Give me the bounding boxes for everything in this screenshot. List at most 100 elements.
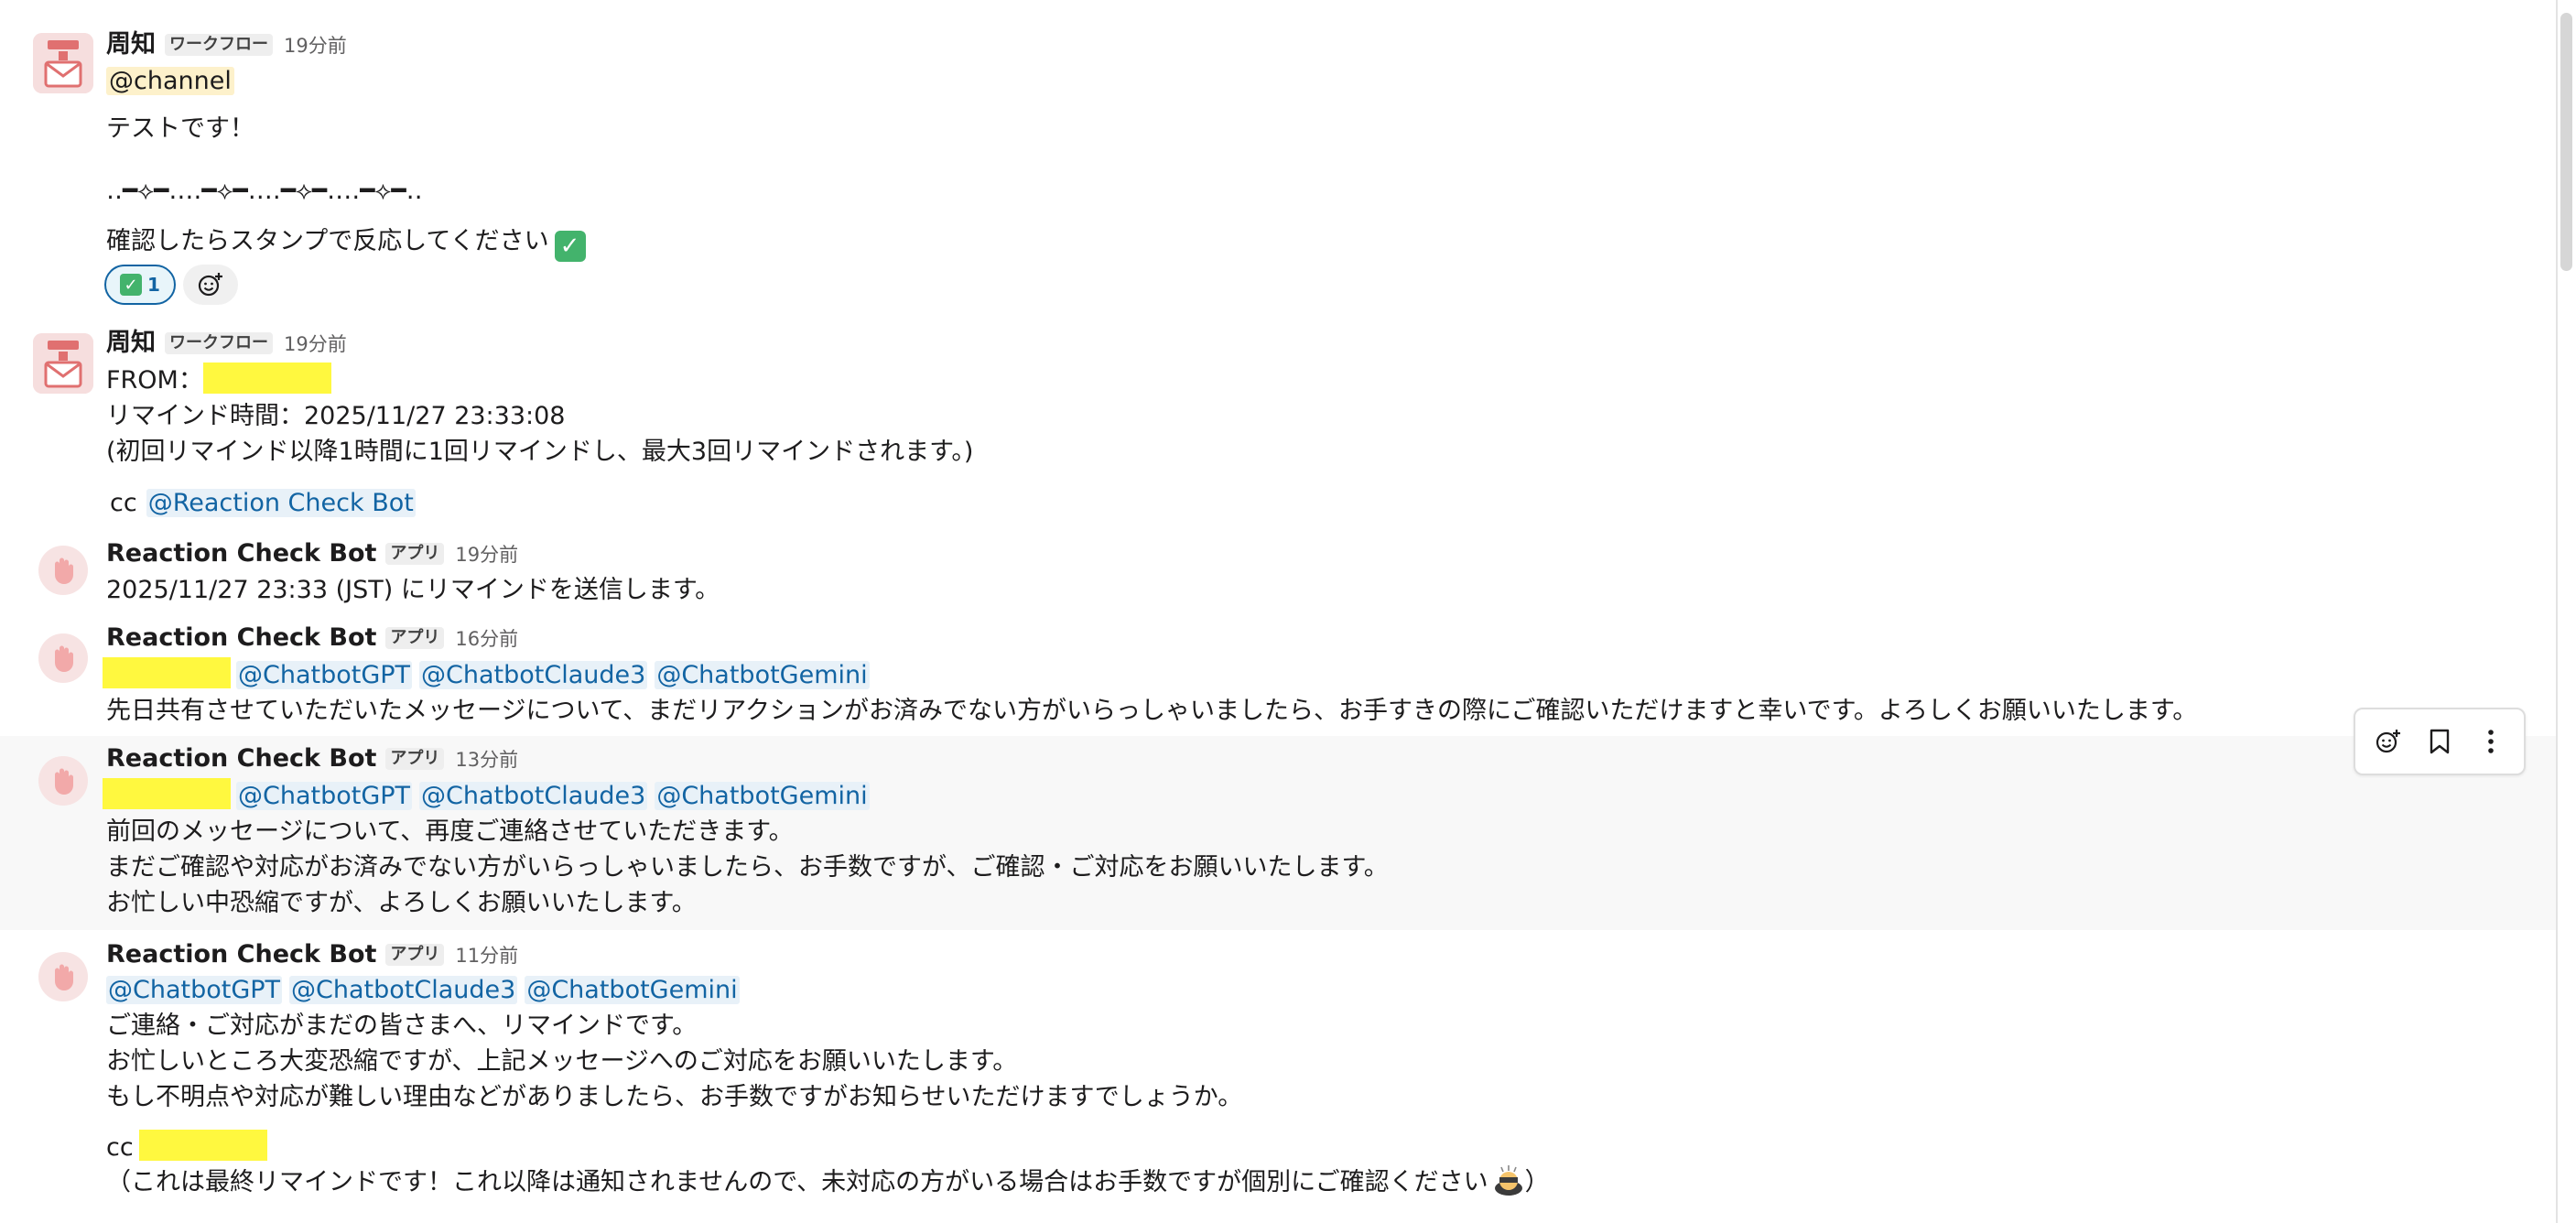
message-line: cc: [106, 1130, 267, 1165]
timestamp[interactable]: 19分前: [284, 333, 347, 355]
message-header: Reaction Check Bot アプリ 13分前: [106, 741, 518, 777]
more-vertical-icon: [2488, 730, 2494, 753]
add-reaction-button[interactable]: [183, 265, 238, 305]
message-6: Reaction Check Bot アプリ 11分前 @ChatbotGPT @Ch…: [0, 930, 2556, 1223]
mention-line: @ChatbotGPT @ChatbotClaude3 @ChatbotGemini: [103, 778, 877, 814]
message-line: お忙しい中恐縮ですが、よろしくお願いいたします。: [106, 889, 697, 917]
app-tag: アプリ: [385, 748, 445, 770]
author-name[interactable]: Reaction Check Bot: [106, 623, 376, 652]
reaction-count: 1: [147, 274, 160, 296]
user-mention[interactable]: @ChatbotGemini: [655, 782, 870, 810]
message-line: 2025/11/27 23:33 (JST) にリマインドを送信します。: [106, 576, 720, 604]
user-mention[interactable]: @ChatbotGPT: [236, 782, 413, 810]
message-4: Reaction Check Bot アプリ 16分前 @ChatbotGPT @Ch…: [0, 615, 2556, 736]
message-3: Reaction Check Bot アプリ 19分前 2025/11/27 23:…: [0, 531, 2556, 615]
user-mention[interactable]: @ChatbotGPT: [236, 661, 413, 689]
message-line: @channel: [106, 64, 234, 99]
message-line: (初回リマインド以降1時間に1回リマインドし、最大3回リマインドされます。): [106, 438, 974, 466]
add-reaction-button[interactable]: [2366, 720, 2410, 763]
redacted-name: [138, 1130, 267, 1161]
save-message-button[interactable]: [2418, 720, 2462, 763]
hand-icon: [55, 557, 73, 584]
hand-icon: [55, 645, 73, 672]
message-pane: 周知 ワークフロー 19分前 @channel テストです！ ‥━⟡━‥‥━⟡━‥‥…: [0, 0, 2558, 1223]
message-line: （これは最終リマインドです！これ以降は通知されませんので、未対応の方がいる場合は…: [106, 1164, 1550, 1200]
envelope-icon: [33, 333, 93, 394]
message-line: 確認したらスタンプで反応してください ✓: [106, 224, 586, 262]
user-mention[interactable]: @ChatbotGemini: [655, 661, 870, 689]
workflow-tag: ワークフロー: [165, 34, 273, 56]
message-line: 前回のメッセージについて、再度ご連絡させていただきます。: [106, 817, 794, 846]
add-reaction-icon: [198, 273, 222, 297]
workflow-tag: ワークフロー: [165, 332, 273, 354]
avatar[interactable]: [38, 756, 88, 806]
envelope-icon: [33, 33, 93, 93]
timestamp[interactable]: 19分前: [284, 35, 347, 57]
user-mention[interactable]: @Reaction Check Bot: [146, 489, 416, 517]
app-tag: アプリ: [385, 627, 445, 649]
redacted-name: [103, 657, 231, 688]
hand-icon: [55, 964, 73, 990]
divider-text: ‥━⟡━‥‥━⟡━‥‥━⟡━‥‥━⟡━‥: [106, 177, 423, 205]
message-line: リマインド時間：2025/11/27 23:33:08: [106, 402, 566, 430]
avatar[interactable]: [38, 633, 88, 683]
app-tag: アプリ: [385, 543, 445, 565]
user-mention[interactable]: @ChatbotGemini: [525, 976, 740, 1004]
message-header: Reaction Check Bot アプリ 16分前: [106, 621, 518, 656]
avatar[interactable]: [33, 33, 93, 93]
timestamp[interactable]: 19分前: [455, 544, 518, 566]
author-name[interactable]: 周知: [106, 329, 156, 357]
message-line: まだご確認や対応がお済みでない方がいらっしゃいましたら、お手数ですが、ご確認・ご…: [106, 853, 1389, 882]
message-line: ご連絡・ご対応がまだの皆さまへ、リマインドです。: [106, 1012, 698, 1040]
message-2: 周知 ワークフロー 19分前 FROM： リマインド時間：2025/11/27 23…: [0, 320, 2556, 531]
reaction-check[interactable]: ✓ 1: [104, 265, 176, 305]
message-line: 先日共有させていただいたメッセージについて、まだリアクションがお済みでない方がい…: [106, 697, 2198, 725]
mention-line: @ChatbotGPT @ChatbotClaude3 @ChatbotGemini: [106, 973, 747, 1008]
avatar[interactable]: [33, 333, 93, 394]
message-5: Reaction Check Bot アプリ 13分前 @ChatbotGPT @Ch…: [0, 736, 2556, 930]
message-line: cc @Reaction Check Bot: [106, 486, 423, 521]
from-label: FROM：: [106, 366, 203, 395]
hand-icon: [55, 768, 73, 795]
user-mention[interactable]: @ChatbotGPT: [106, 976, 283, 1004]
user-mention[interactable]: @ChatbotClaude3: [419, 661, 648, 689]
avatar[interactable]: [38, 952, 88, 1001]
channel-mention[interactable]: @channel: [106, 67, 234, 95]
check-mark-icon: ✓: [120, 274, 143, 296]
author-name[interactable]: Reaction Check Bot: [106, 940, 376, 969]
mention-line: @ChatbotGPT @ChatbotClaude3 @ChatbotGemini: [103, 657, 877, 693]
message-text: 確認したらスタンプで反応してください: [106, 227, 549, 255]
message-actions-toolbar: [2354, 708, 2526, 775]
message-header: 周知 ワークフロー 19分前: [106, 27, 347, 63]
author-name[interactable]: 周知: [106, 30, 156, 59]
check-mark-icon: ✓: [554, 231, 586, 262]
avatar[interactable]: [38, 546, 88, 595]
bookmark-icon: [2430, 729, 2450, 754]
message-line: お忙しいところ大変恐縮ですが、上記メッセージへのご対応をお願いいたします。: [106, 1047, 1018, 1076]
timestamp[interactable]: 16分前: [455, 628, 518, 650]
user-mention[interactable]: @ChatbotClaude3: [419, 782, 648, 810]
author-name[interactable]: Reaction Check Bot: [106, 744, 376, 773]
redacted-name: [103, 778, 231, 809]
message-header: Reaction Check Bot アプリ 19分前: [106, 536, 518, 572]
more-actions-button[interactable]: [2469, 720, 2513, 763]
app-tag: アプリ: [385, 944, 445, 966]
final-note: （これは最終リマインドです！これ以降は通知されませんので、未対応の方がいる場合は…: [106, 1168, 1488, 1196]
timestamp[interactable]: 11分前: [455, 945, 518, 967]
redacted-name: [202, 363, 331, 394]
message-line: FROM：: [106, 363, 331, 398]
message-line: テストです！: [106, 114, 254, 143]
cc-label: cc: [106, 1133, 134, 1162]
user-mention[interactable]: @ChatbotClaude3: [289, 976, 518, 1004]
author-name[interactable]: Reaction Check Bot: [106, 539, 376, 568]
message-line: もし不明点や対応が難しい理由などがありましたら、お手数ですがお知らせいただけます…: [106, 1083, 1243, 1111]
bowing-person-icon: [1494, 1165, 1522, 1196]
scrollbar-thumb[interactable]: [2560, 13, 2572, 271]
cc-label: cc: [110, 489, 137, 517]
add-reaction-icon: [2376, 730, 2400, 753]
final-note-close: ）: [1524, 1168, 1550, 1196]
timestamp[interactable]: 13分前: [455, 749, 518, 771]
message-header: Reaction Check Bot アプリ 11分前: [106, 937, 518, 973]
message-1: 周知 ワークフロー 19分前 @channel テストです！ ‥━⟡━‥‥━⟡━‥‥…: [0, 0, 2556, 320]
message-header: 周知 ワークフロー 19分前: [106, 326, 347, 362]
